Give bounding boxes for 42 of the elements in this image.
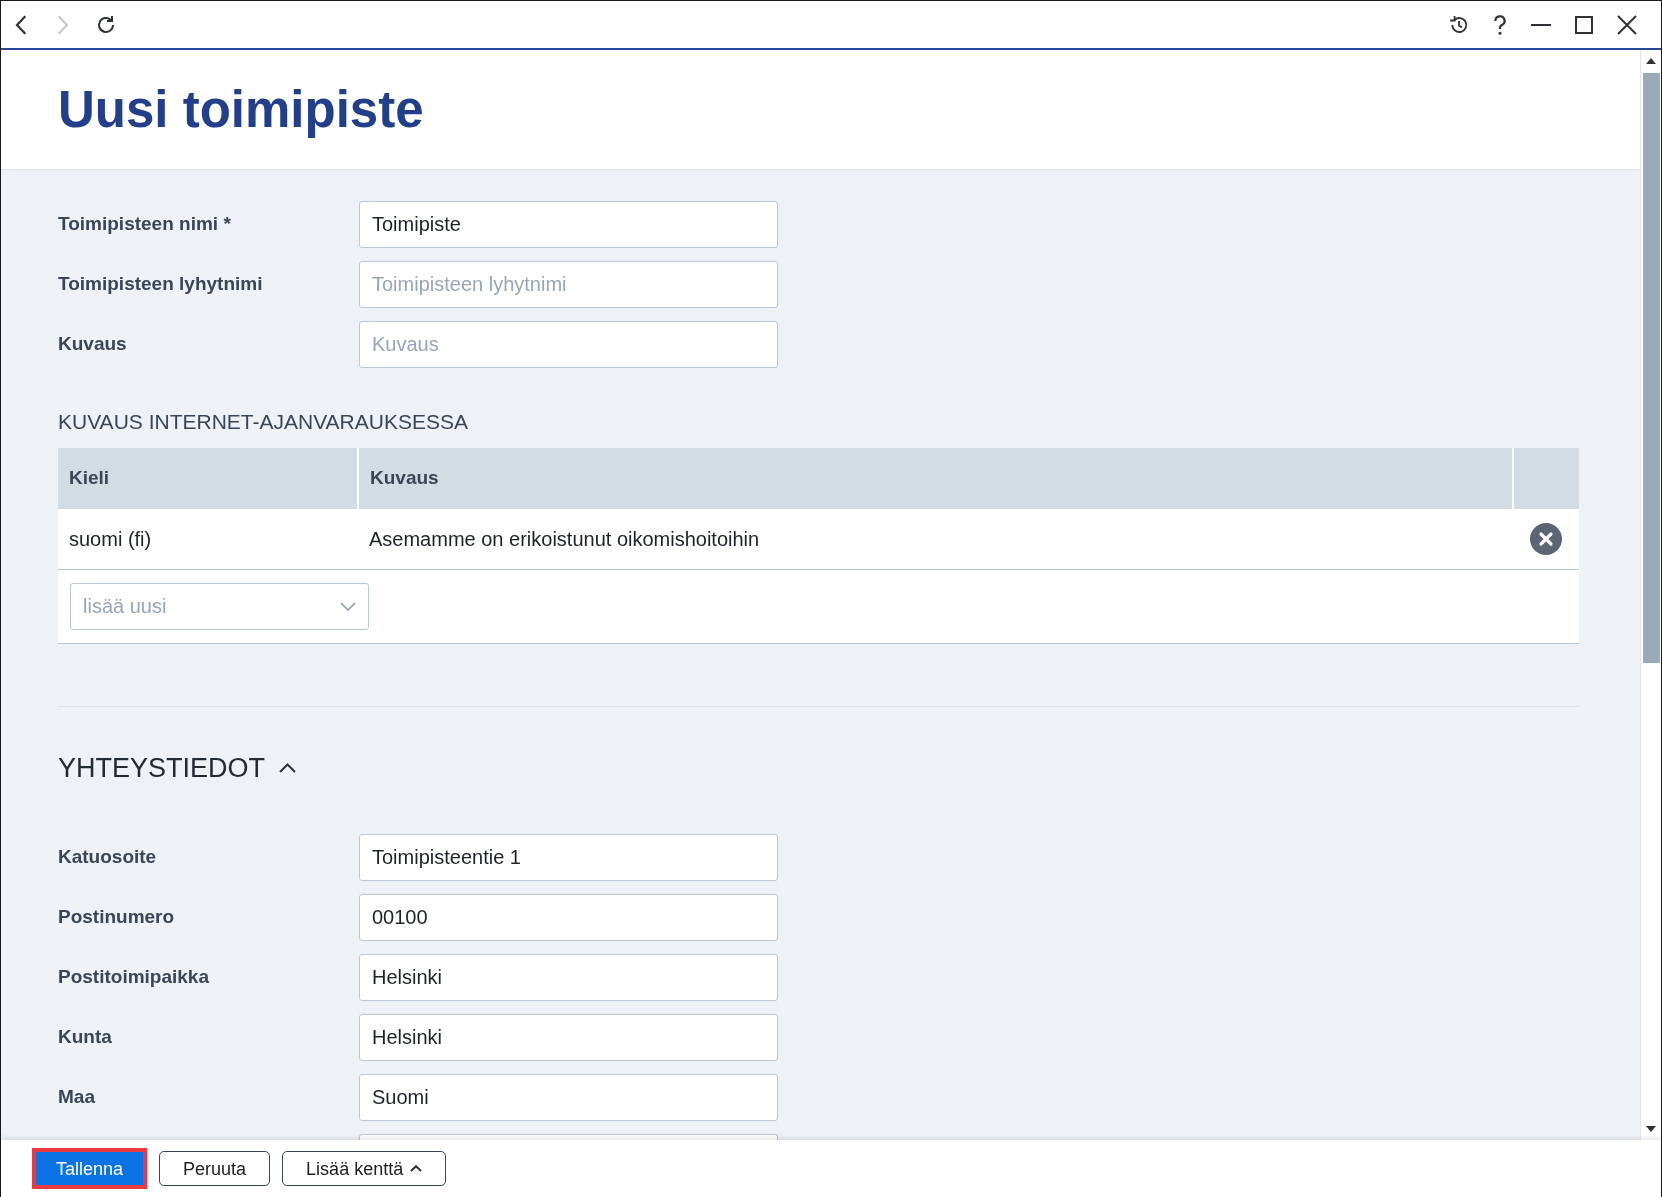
text-input[interactable]: 00100 <box>359 893 778 941</box>
page-title: Uusi toimipiste <box>58 79 424 140</box>
help-icon[interactable] <box>1493 14 1507 35</box>
text-input[interactable]: Toimipisteentie 1 <box>359 833 778 881</box>
field-label: Toimipisteen lyhytnimi <box>58 272 264 297</box>
column-header: Kuvaus <box>358 448 1513 509</box>
section-heading: YHTEYSTIEDOT <box>58 751 266 785</box>
scrollbar-thumb[interactable] <box>1642 73 1660 663</box>
field-label: Postinumero <box>58 904 176 929</box>
text-input[interactable]: Toimipiste <box>359 201 778 248</box>
field-label: Kunta <box>58 1024 113 1049</box>
section-heading: KUVAUS INTERNET-AJANVARAUKSESSA <box>58 409 469 435</box>
field-label: Kuvaus <box>58 332 128 357</box>
field-label: Toimipisteen nimi * <box>58 212 232 237</box>
text-input[interactable]: Helsinki <box>359 1013 778 1061</box>
text-input[interactable]: Toimipisteen lyhytnimi <box>359 261 778 308</box>
table-cell: suomi (fi) <box>58 509 358 569</box>
text-input[interactable] <box>359 1133 778 1140</box>
maximize-icon[interactable] <box>1575 15 1593 34</box>
field-label: Katuosoite <box>58 844 158 869</box>
table-cell: Asemamme on erikoistunut oikomishoitoihin <box>358 509 1513 569</box>
field-label: Postitoimipaikka <box>58 964 210 989</box>
reload-icon[interactable] <box>96 14 116 35</box>
footer-button[interactable]: Peruuta <box>159 1151 271 1186</box>
chevron-down-icon <box>340 601 356 611</box>
scrollbar[interactable] <box>1640 50 1661 1140</box>
field-label: Maa <box>58 1084 96 1109</box>
close-icon[interactable] <box>1617 14 1637 35</box>
back-icon[interactable] <box>15 14 27 35</box>
minimize-icon[interactable] <box>1531 23 1551 26</box>
text-input[interactable]: Suomi <box>359 1073 778 1121</box>
text-input[interactable]: Helsinki <box>359 953 778 1001</box>
caret-up-icon <box>410 1165 423 1172</box>
footer-button[interactable]: Tallenna <box>32 1148 148 1189</box>
text-input[interactable]: Kuvaus <box>359 321 778 368</box>
scroll-up-arrow-icon[interactable] <box>1646 58 1656 64</box>
chevron-up-icon[interactable] <box>279 762 297 773</box>
x-circle-icon[interactable] <box>1530 522 1562 555</box>
history-icon[interactable] <box>1449 14 1469 35</box>
scroll-down-arrow-icon[interactable] <box>1646 1126 1656 1132</box>
column-header: Kieli <box>58 448 358 509</box>
footer-button[interactable]: Lisää kenttä <box>282 1151 447 1186</box>
